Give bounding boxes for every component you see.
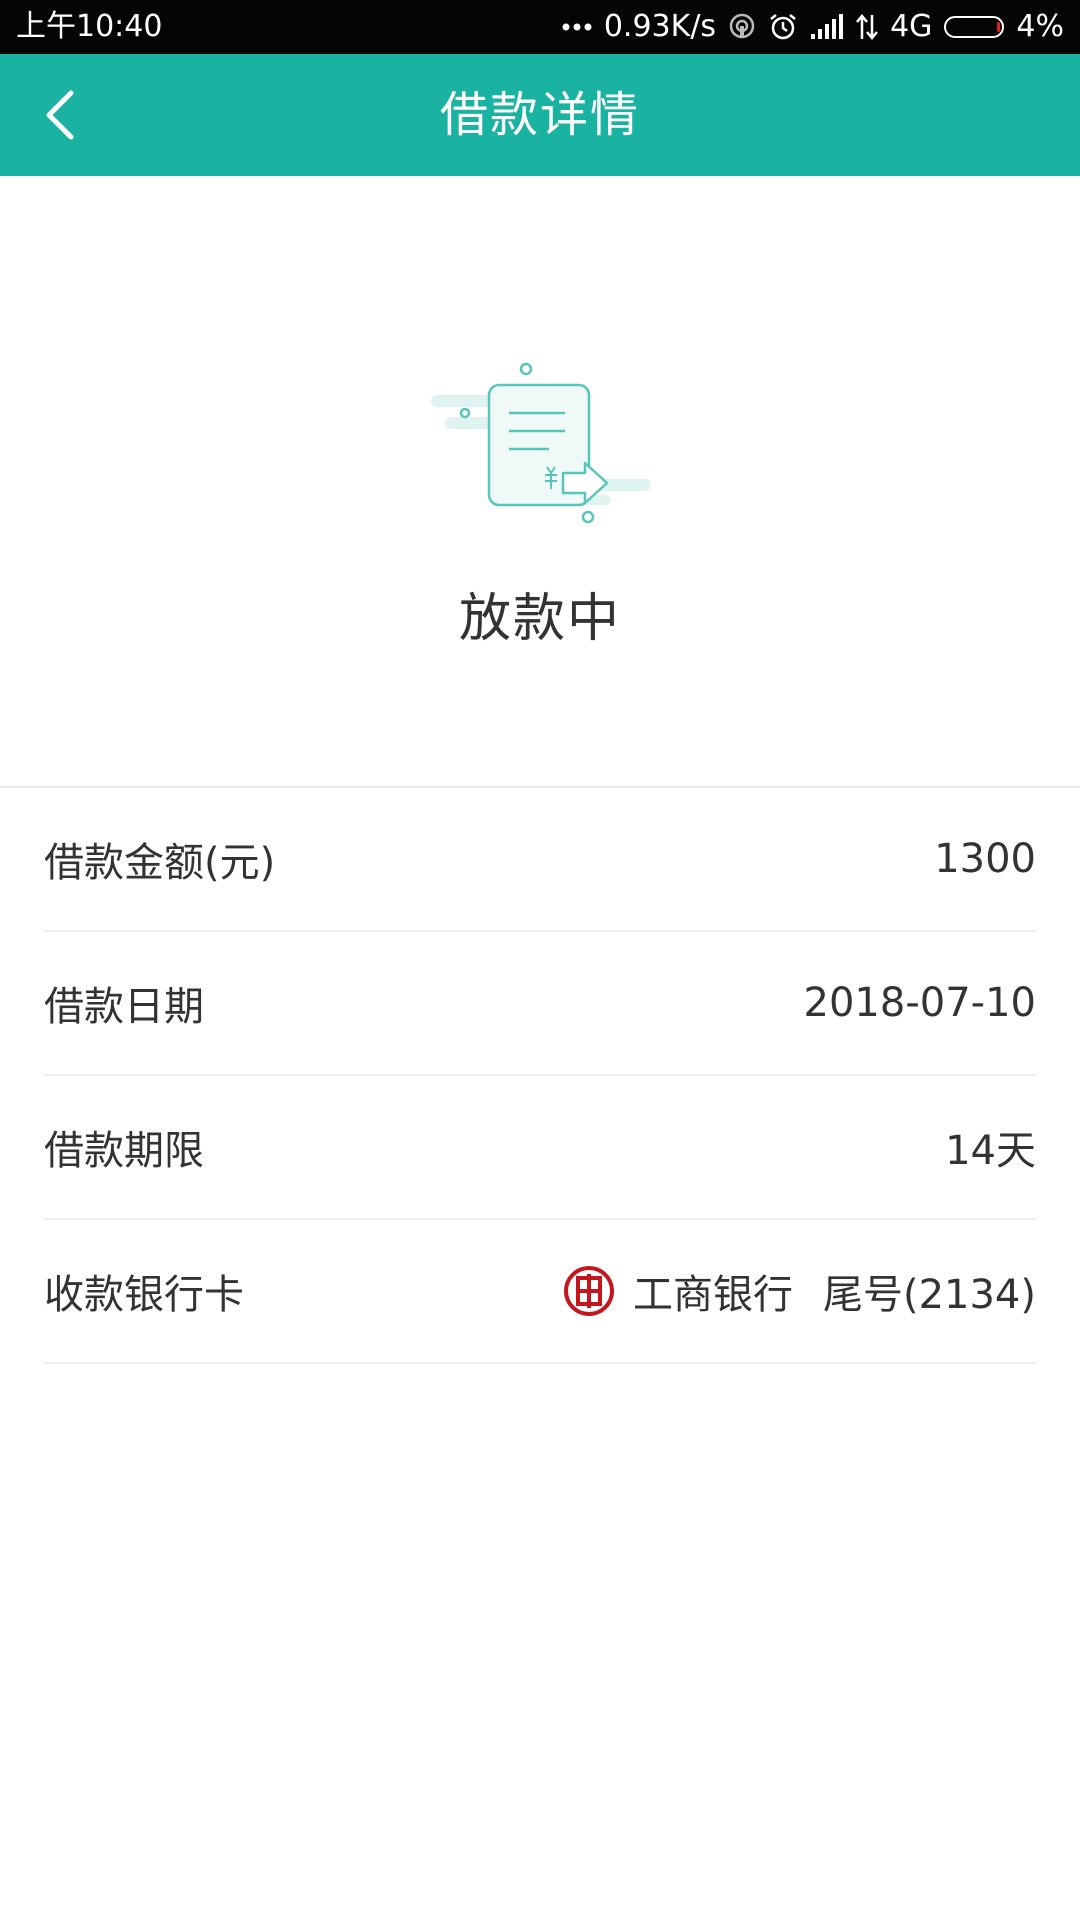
- network-speed: 0.93K/s: [603, 9, 717, 44]
- document-transfer-icon: [425, 361, 655, 531]
- receiving-bank-card-value: 工商银行 尾号(2134): [563, 1262, 1036, 1320]
- data-arrows-icon: [856, 13, 879, 41]
- loan-date-label: 借款日期: [44, 984, 204, 1030]
- loan-amount-row: 借款金额(元) 1300: [44, 788, 1036, 932]
- signal-icon: [810, 14, 844, 40]
- receiving-bank-card-label: 收款银行卡: [44, 1272, 244, 1318]
- status-bar: 上午10:40 0.93K/s 4G 4%: [0, 0, 1080, 54]
- hotspot-icon: [728, 13, 756, 41]
- bank-name: 工商银行: [632, 1272, 793, 1318]
- battery-percent: 4%: [1016, 9, 1064, 44]
- app-bar: 借款详情: [0, 54, 1080, 176]
- loan-amount-value: 1300: [934, 836, 1036, 882]
- dots-icon: [562, 22, 592, 32]
- loan-term-value: 14天: [945, 1128, 1036, 1174]
- loan-status-section: 放款中: [0, 176, 1080, 786]
- loan-date-row: 借款日期 2018-07-10: [44, 932, 1036, 1076]
- network-type: 4G: [890, 9, 933, 44]
- icbc-logo-icon: [563, 1265, 615, 1317]
- alarm-icon: [768, 12, 798, 42]
- battery-level: [997, 22, 1001, 32]
- loan-detail-list: 借款金额(元) 1300 借款日期 2018-07-10 借款期限 14天 收款…: [44, 788, 1036, 1364]
- loan-term-row: 借款期限 14天: [44, 1076, 1036, 1220]
- loan-term-label: 借款期限: [44, 1128, 204, 1174]
- battery-icon: [944, 16, 1005, 38]
- status-time: 上午10:40: [16, 9, 163, 44]
- receiving-bank-card-row: 收款银行卡 工商银行 尾号(2134): [44, 1220, 1036, 1364]
- loan-amount-label: 借款金额(元): [44, 840, 276, 886]
- loan-date-value: 2018-07-10: [803, 980, 1036, 1026]
- card-tail-number: 尾号(2134): [822, 1272, 1036, 1318]
- loan-status-text: 放款中: [458, 589, 621, 649]
- page-title: 借款详情: [439, 87, 640, 143]
- status-right: 0.93K/s 4G 4%: [562, 10, 1064, 44]
